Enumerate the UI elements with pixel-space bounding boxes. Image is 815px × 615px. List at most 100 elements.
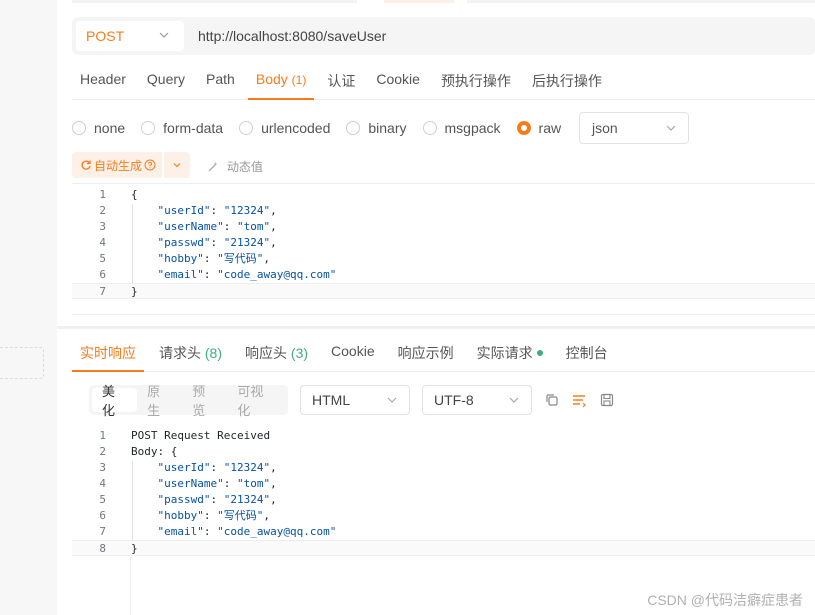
response-tabs: 实时响应 请求头 (8) 响应头 (3) Cookie 响应示例 实际请求 控制台 [72, 332, 815, 372]
tab-response-0[interactable]: 实时响应 [72, 332, 144, 372]
line-number: 8 [99, 542, 106, 555]
code-text: "hobby": "写代码", [157, 509, 270, 522]
tab-request-6[interactable]: 预执行操作 [433, 62, 519, 100]
tab-response-6[interactable]: 控制台 [558, 332, 616, 372]
tab-request-7[interactable]: 后执行操作 [524, 62, 610, 100]
line-number: 1 [99, 429, 106, 442]
sidebar-placeholder [0, 347, 44, 379]
radio-label: raw [538, 120, 562, 136]
radio-msgpack[interactable]: msgpack [422, 120, 501, 136]
indent-guide [132, 204, 133, 284]
radio-circle [516, 121, 531, 135]
code-text: "email": "code_away@qq.com" [157, 268, 337, 281]
indent-guide [132, 461, 133, 541]
radio-label: binary [368, 120, 407, 136]
view-mode-1[interactable]: 原生 [137, 384, 182, 418]
refresh-icon [81, 160, 91, 170]
url-bar: POST http://localhost:8080/saveUser [72, 17, 815, 55]
tab-label: Path [206, 71, 235, 87]
tab-response-4[interactable]: 响应示例 [390, 332, 462, 372]
left-sidebar-gutter [0, 0, 57, 615]
tab-response-5[interactable]: 实际请求 [469, 332, 551, 372]
line-number: 1 [99, 188, 106, 201]
watermark: CSDN @代码洁癖症患者 [647, 592, 803, 608]
code-text: Body: { [131, 445, 178, 458]
panel-divider [57, 326, 815, 329]
line-number: 6 [99, 509, 106, 522]
tab-count: (1) [291, 73, 307, 87]
radio-label: none [94, 120, 126, 136]
tab-label: Cookie [331, 343, 375, 359]
response-body-code[interactable]: 1 POST Request Received 2 Body: {3 "userId"… [72, 428, 815, 556]
tab-request-1[interactable]: Query [139, 62, 193, 100]
tab-response-1[interactable]: 请求头 (8) [151, 332, 230, 372]
line-number: 4 [99, 236, 106, 249]
format-icon[interactable] [571, 392, 587, 408]
method-label: POST [86, 28, 125, 44]
radio-raw[interactable]: raw [516, 120, 562, 136]
line-number: 2 [99, 204, 106, 217]
autogen-group: 自动生成 [72, 152, 191, 178]
line-number: 5 [99, 493, 106, 506]
code-line: 3 "userName": "tom", [72, 219, 815, 235]
body-format-select[interactable]: json [579, 112, 689, 144]
code-line: 8} [72, 540, 815, 556]
code-line: 7 "email": "code_away@qq.com" [72, 524, 815, 540]
tab-response-2[interactable]: 响应头 (3) [237, 332, 316, 372]
code-text: "email": "code_away@qq.com" [157, 525, 337, 538]
tab-request-2[interactable]: Path [198, 62, 243, 100]
radio-form-data[interactable]: form-data [141, 120, 223, 136]
view-mode-2[interactable]: 预览 [182, 384, 227, 418]
radio-none[interactable]: none [72, 120, 125, 136]
autogen-label: 自动生成 [94, 158, 143, 173]
code-line: 7} [72, 283, 815, 299]
body-format-label: json [592, 120, 618, 136]
save-icon[interactable] [599, 392, 615, 408]
tab-label: Body [255, 71, 288, 87]
chevron-down-icon [173, 163, 181, 168]
line-number: 4 [99, 477, 106, 490]
code-text: } [131, 285, 138, 298]
code-line: 1{ [72, 187, 815, 203]
chevron-down-icon [509, 397, 519, 403]
code-line: 6 "hobby": "写代码", [72, 508, 815, 524]
radio-circle [72, 121, 86, 135]
view-mode-0[interactable]: 美化 [92, 384, 138, 418]
tab-response-3[interactable]: Cookie [323, 332, 383, 372]
radio-label: urlencoded [261, 120, 331, 136]
content-type-select[interactable]: HTML [300, 385, 410, 415]
encoding-select[interactable]: UTF-8 [422, 385, 532, 415]
content-type-label: HTML [312, 392, 351, 408]
tab-label: Query [146, 71, 186, 87]
tab-request-0[interactable]: Header [72, 62, 134, 100]
code-line: 2 "userId": "12324", [72, 203, 815, 219]
code-line: 6 "email": "code_away@qq.com" [72, 267, 815, 283]
radio-binary[interactable]: binary [346, 120, 407, 136]
view-mode-3[interactable]: 可视化 [227, 384, 285, 418]
autogen-dropdown[interactable] [164, 152, 191, 178]
chevron-down-icon [159, 32, 169, 38]
dynamic-value-button[interactable]: 动态值 [207, 158, 263, 175]
tab-count: (8) [204, 345, 223, 361]
radio-circle [422, 121, 437, 135]
encoding-label: UTF-8 [434, 392, 474, 408]
tab-label: Cookie [376, 71, 420, 87]
tab-request-3[interactable]: Body (1) [247, 62, 315, 100]
top-strip [72, 0, 815, 6]
view-mode-segment: 美化 原生 预览 可视化 [89, 384, 288, 418]
copy-icon[interactable] [544, 392, 560, 408]
radio-label: msgpack [444, 120, 501, 136]
tab-label: 认证 [327, 73, 356, 89]
tab-label: 响应示例 [397, 345, 454, 361]
method-select[interactable]: POST [76, 21, 184, 51]
url-input[interactable]: http://localhost:8080/saveUser [198, 28, 386, 44]
tab-request-5[interactable]: Cookie [368, 62, 428, 100]
chevron-down-icon [387, 397, 397, 403]
autogen-button[interactable]: 自动生成 [72, 152, 163, 178]
code-line: 4 "passwd": "21324", [72, 235, 815, 251]
tab-label: 预执行操作 [440, 73, 511, 89]
radio-urlencoded[interactable]: urlencoded [239, 120, 330, 136]
tab-request-4[interactable]: 认证 [319, 62, 363, 100]
code-text: POST Request Received [131, 429, 271, 442]
line-number: 5 [99, 252, 106, 265]
